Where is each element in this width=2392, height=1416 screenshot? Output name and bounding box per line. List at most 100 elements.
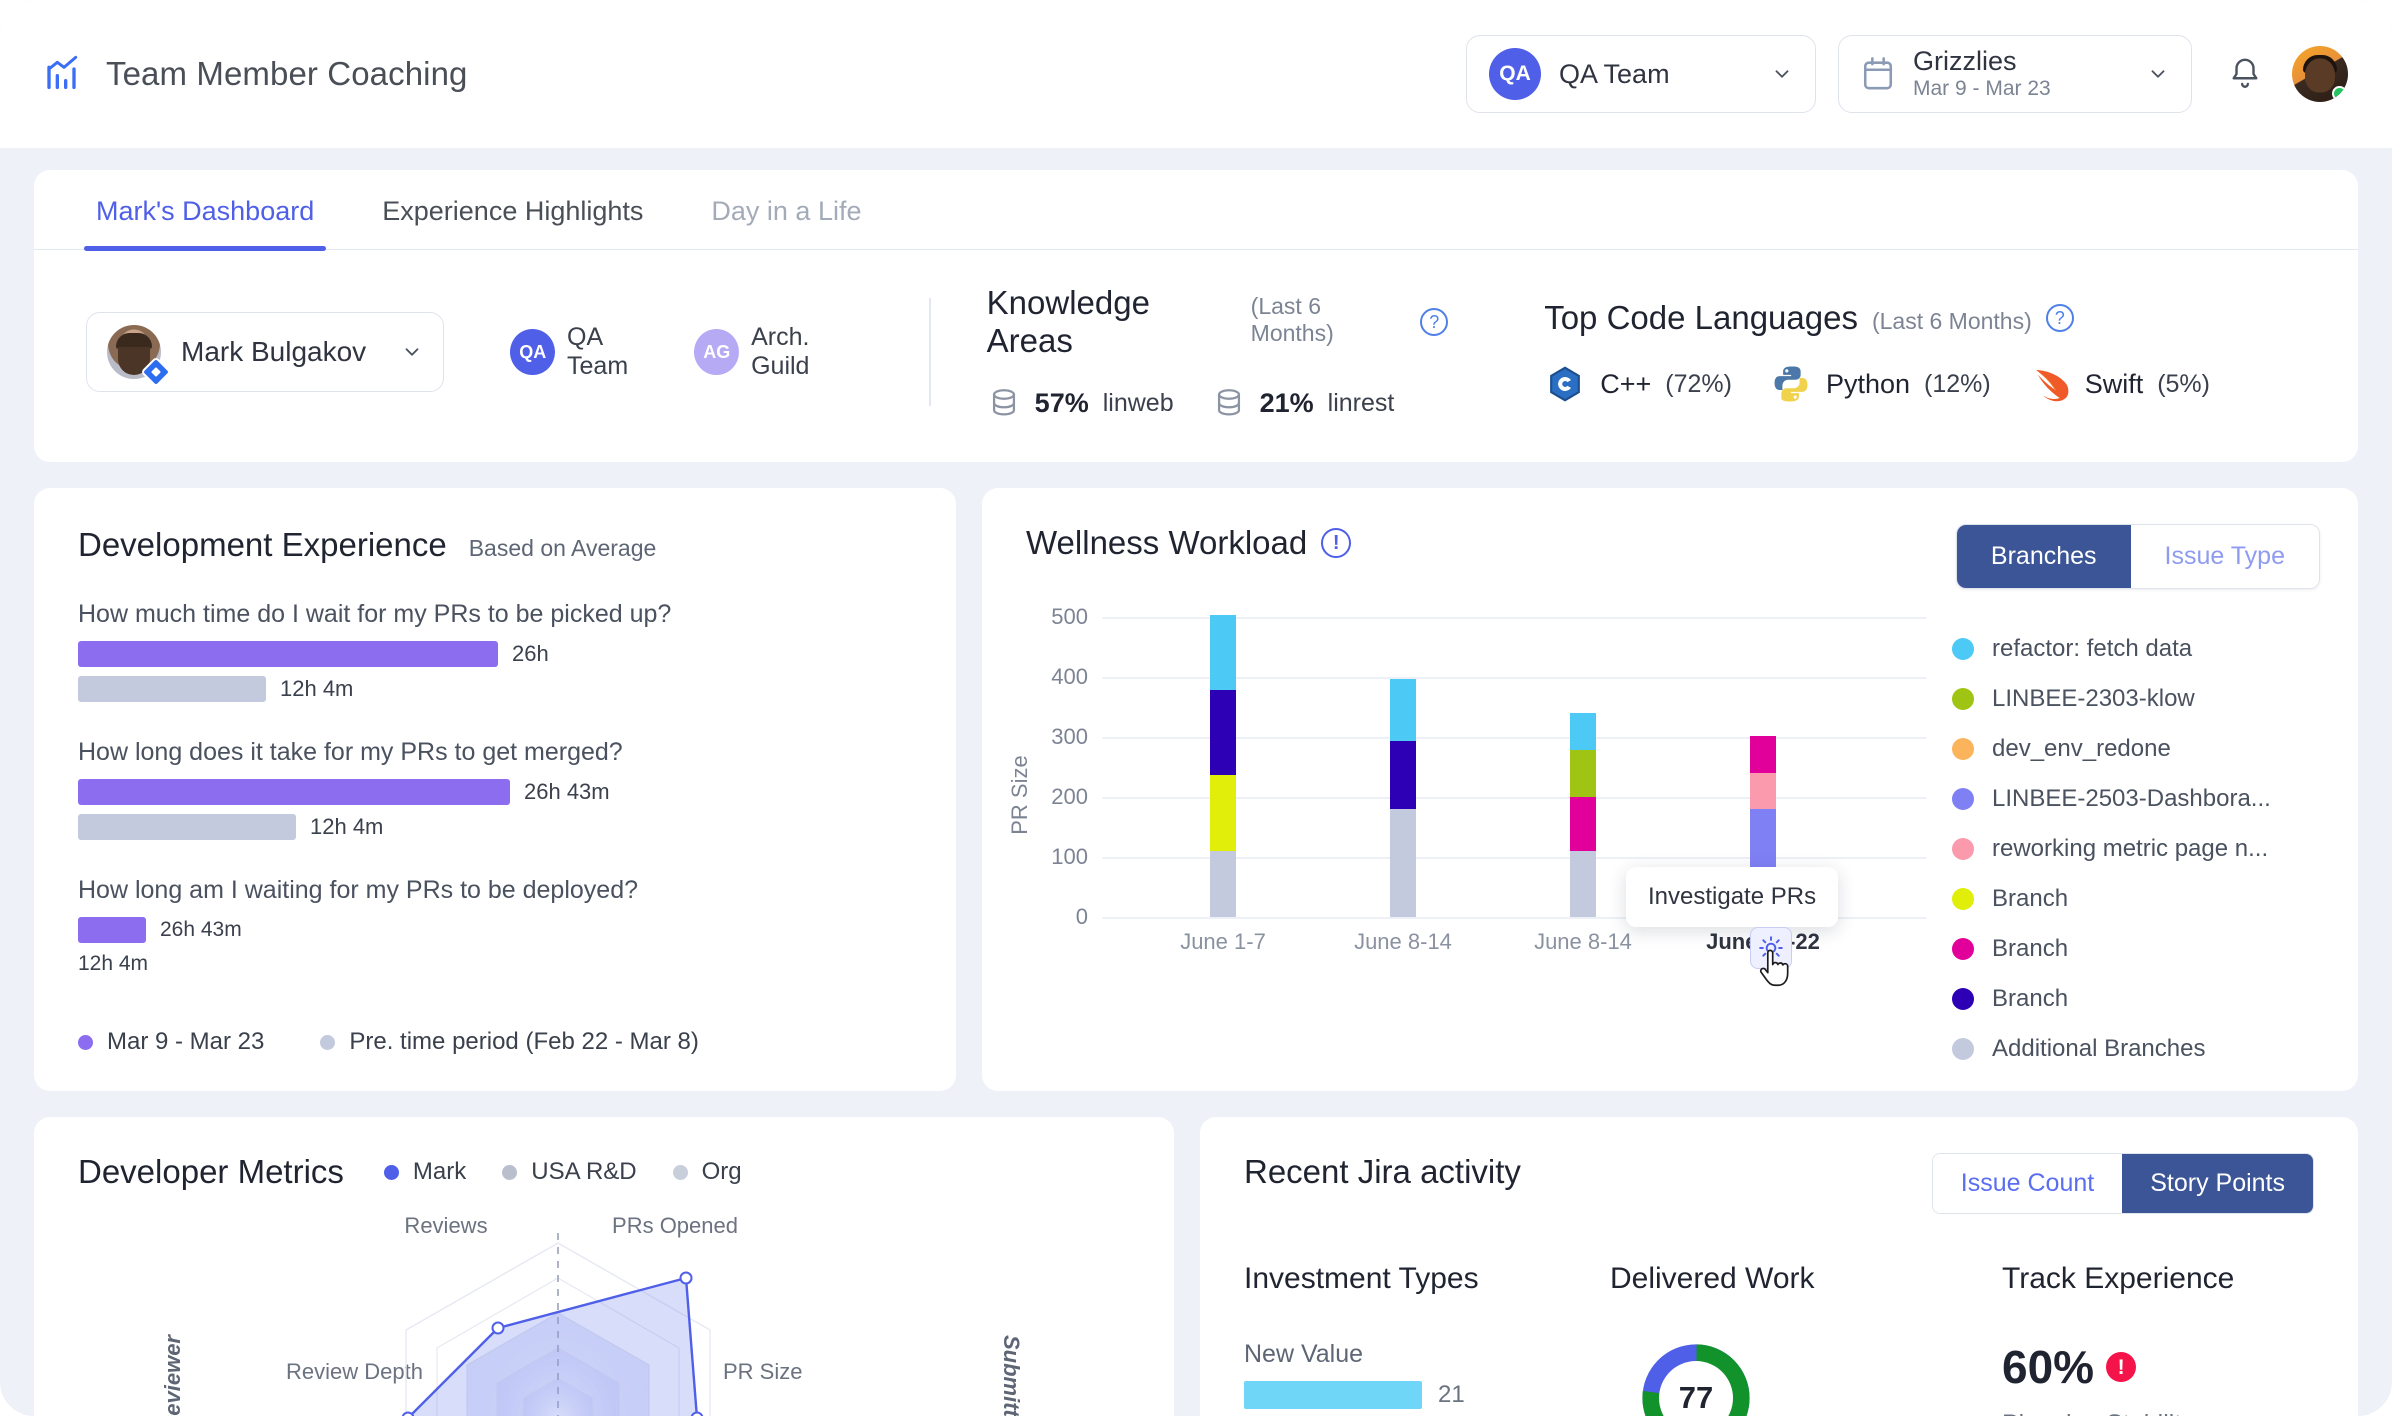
tab-bar: Mark's Dashboard Experience Highlights D… (34, 170, 2358, 251)
metric-question: How long am I waiting for my PRs to be d… (78, 876, 638, 904)
wellness-bar-chart: PR Size 500 400 300 200 100 0 June 1-7 J… (1007, 604, 1926, 987)
tab-day-in-a-life[interactable]: Day in a Life (677, 170, 895, 249)
language-name: Python (1825, 368, 1910, 399)
bar-segment (1570, 713, 1596, 750)
row-two: Development Experience Based on Average … (34, 488, 2358, 1091)
team-chip-qa[interactable]: QA QA Team (510, 323, 666, 381)
development-experience-header: Development Experience Based on Average (78, 526, 912, 564)
planning-stability-value: 60% (2002, 1341, 2095, 1393)
metric-current-bar-row: 26h 43m (78, 917, 912, 943)
developer-metrics-card: Developer Metrics Mark USA R&D Org Revie… (34, 1117, 1174, 1416)
legend-label: dev_env_redone (1992, 735, 2171, 762)
investment-bar-row: 21 (1244, 1381, 1610, 1409)
metric-previous-bar-row: 12h 4m (78, 814, 912, 840)
legend-label: refactor: fetch data (1992, 635, 2193, 662)
legend-item[interactable]: LINBEE-2503-Dashbora... (1952, 785, 2271, 813)
knowledge-area-item: 57% linweb (987, 386, 1174, 420)
jira-columns: Investment Types New Value 21 Keep the L… (1244, 1262, 2314, 1416)
development-experience-legend: Mar 9 - Mar 23 Pre. time period (Feb 22 … (78, 1028, 912, 1056)
exclamation-circle-icon[interactable]: ! (1321, 528, 1352, 558)
toggle-story-points[interactable]: Story Points (2122, 1154, 2313, 1213)
bar-segment (1570, 750, 1596, 797)
developer-metrics-header: Developer Metrics Mark USA R&D Org (78, 1153, 1130, 1191)
bar-segment (1390, 741, 1416, 809)
metric-current-bar-row: 26h (78, 641, 912, 667)
toggle-issue-count[interactable]: Issue Count (1932, 1154, 2123, 1213)
recent-jira-activity-card: Recent Jira activity Issue Count Story P… (1200, 1117, 2358, 1416)
code-languages-subtitle: (Last 6 Months) (1871, 308, 2032, 334)
avatar[interactable] (2292, 46, 2348, 102)
sprint-selector[interactable]: Grizzlies Mar 9 - Mar 23 (1838, 35, 2192, 113)
legend-item-usa-rd[interactable]: USA R&D (502, 1158, 637, 1186)
toggle-branches[interactable]: Branches (1956, 525, 2131, 588)
metric-pr-pickup: How much time do I wait for my PRs to be… (78, 600, 912, 702)
person-selector[interactable]: Mark Bulgakov (86, 312, 445, 392)
legend-item-mark[interactable]: Mark (383, 1158, 467, 1186)
tab-experience-highlights[interactable]: Experience Highlights (348, 170, 677, 249)
legend-dot (1952, 988, 1974, 1010)
x-tick: June 1-7 (1180, 929, 1266, 954)
team-chip-label: QA Team (567, 323, 629, 380)
question-mark-icon[interactable]: ? (2045, 304, 2074, 332)
knowledge-areas-title: Knowledge Areas (986, 284, 1150, 359)
database-icon (1212, 386, 1246, 420)
investment-value: 21 (1438, 1381, 1465, 1408)
legend-dot (1952, 738, 1974, 760)
legend-label: USA R&D (531, 1158, 637, 1185)
team-chips: QA QA Team AG Arch. Guild (510, 323, 893, 381)
wellness-workload-card: Wellness Workload ! Branches Issue Type … (982, 488, 2358, 1091)
jira-toggle: Issue Count Story Points (1931, 1153, 2314, 1214)
legend-item-org[interactable]: Org (672, 1158, 742, 1186)
legend-label: LINBEE-2503-Dashbora... (1992, 785, 2271, 812)
legend-item[interactable]: Branch (1952, 935, 2271, 963)
legend-item[interactable]: dev_env_redone (1952, 735, 2271, 763)
y-tick: 0 (1075, 904, 1088, 929)
legend-item[interactable]: LINBEE-2303-klow (1952, 685, 2271, 713)
y-tick: 400 (1051, 664, 1088, 689)
tab-marks-dashboard[interactable]: Mark's Dashboard (62, 170, 348, 251)
header-controls: QA QA Team Grizzlies Mar 9 - Mar 23 (1466, 35, 2348, 113)
legend-item[interactable]: refactor: fetch data (1952, 635, 2271, 663)
legend-label: Mark (412, 1158, 467, 1185)
bar-segment (1390, 679, 1416, 741)
language-pct: (72%) (1665, 369, 1732, 398)
legend-dot (1952, 838, 1974, 860)
investment-row-new-value: New Value 21 (1244, 1340, 1610, 1409)
legend-dot (1952, 788, 1974, 810)
development-experience-subtitle: Based on Average (468, 535, 657, 561)
bell-icon[interactable] (2228, 55, 2262, 93)
legend-item[interactable]: reworking metric page n... (1952, 835, 2271, 863)
metric-current-bar (78, 779, 510, 805)
alert-exclamation-icon[interactable]: ! (2106, 1352, 2137, 1382)
metric-previous-value: 12h 4m (310, 814, 384, 839)
development-experience-card: Development Experience Based on Average … (34, 488, 956, 1091)
bar-stack[interactable] (1210, 615, 1236, 917)
chevron-down-icon (1771, 63, 1793, 85)
knowledge-areas-items: 57% linweb 21% linrest (987, 386, 1449, 420)
team-chip-arch-guild[interactable]: AG Arch. Guild (694, 323, 871, 381)
bar-segment (1210, 775, 1236, 851)
x-tick: June 8-14 (1534, 929, 1632, 954)
track-experience-value-row: 60% ! (2002, 1340, 2234, 1394)
legend-item[interactable]: Branch (1952, 885, 2271, 913)
toggle-issue-type[interactable]: Issue Type (2130, 525, 2319, 588)
y-tick: 200 (1051, 784, 1088, 809)
legend-dot (1952, 888, 1974, 910)
python-icon (1770, 363, 1812, 405)
team-selector[interactable]: QA QA Team (1466, 35, 1816, 113)
bar-stack[interactable] (1570, 713, 1596, 917)
knowledge-area-pct: 57% (1034, 387, 1089, 418)
code-languages-section: Top Code Languages (Last 6 Months) ? C++… (1544, 299, 2210, 405)
bar-stack[interactable] (1390, 679, 1416, 917)
legend-item[interactable]: Additional Branches (1952, 1035, 2271, 1063)
metric-previous-value: 12h 4m (280, 676, 354, 701)
language-pct: (5%) (2157, 369, 2210, 398)
legend-label: Pre. time period (Feb 22 - Mar 8) (349, 1028, 699, 1055)
investigate-prs-tooltip: Investigate PRs (1626, 867, 1839, 927)
team-selector-label: QA Team (1559, 58, 1670, 89)
question-mark-icon[interactable]: ? (1420, 308, 1449, 336)
metric-question: How long does it take for my PRs to get … (78, 738, 623, 766)
bar-segment (1210, 615, 1236, 690)
legend-item[interactable]: Branch (1952, 985, 2271, 1013)
chart-logo-icon (44, 54, 84, 94)
